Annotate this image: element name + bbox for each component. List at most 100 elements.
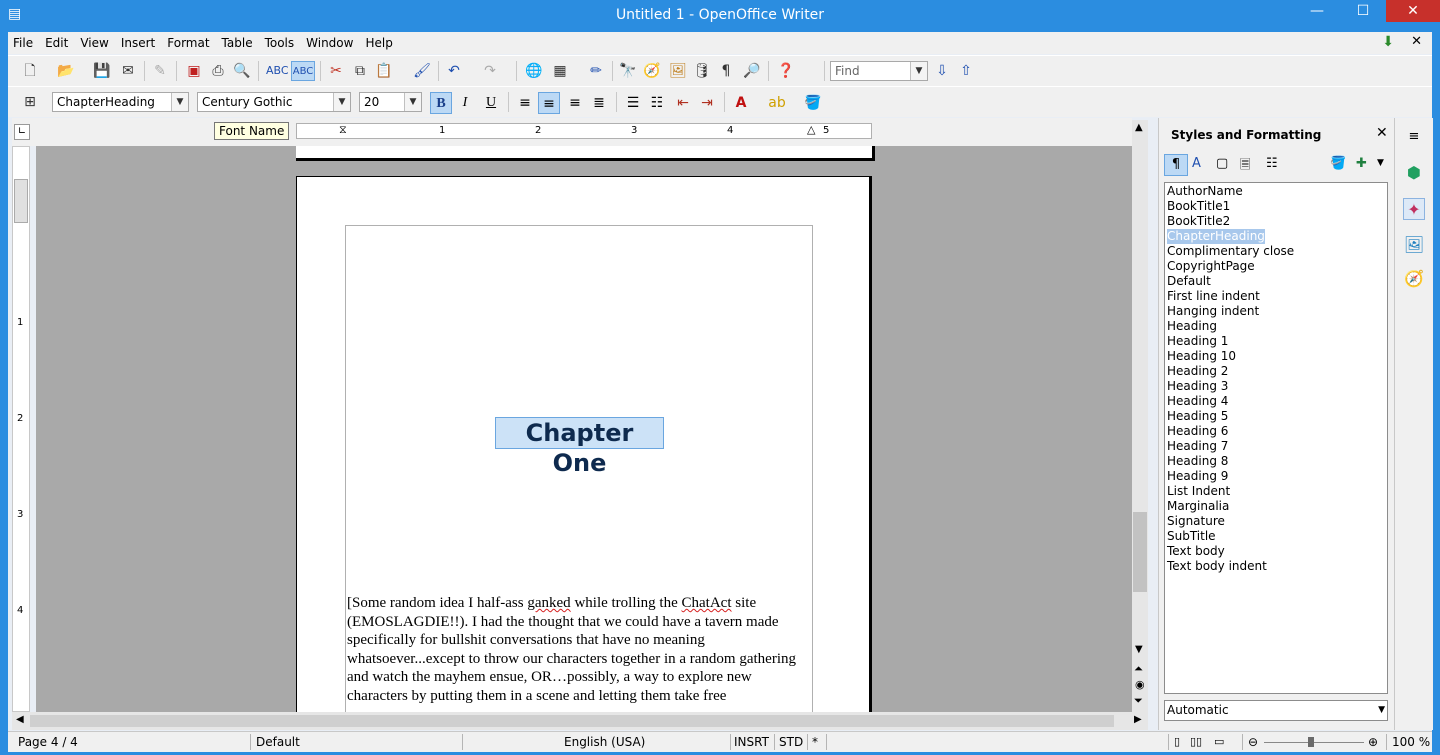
menu-window[interactable]: Window xyxy=(300,32,359,54)
font-size-combo[interactable]: 20 ▼ xyxy=(359,92,422,112)
font-color-icon[interactable]: A xyxy=(730,92,752,114)
body-paragraph[interactable]: [Some random idea I half-ass ganked whil… xyxy=(346,594,815,705)
close-button[interactable]: ✕ xyxy=(1386,0,1440,22)
italic-button[interactable]: I xyxy=(454,92,476,114)
navigator-deck-icon[interactable]: 🧭 xyxy=(1403,268,1425,290)
menu-file[interactable]: File xyxy=(8,32,39,54)
paragraph-style-dropdown-icon[interactable]: ▼ xyxy=(171,93,188,111)
table-icon[interactable]: ▦ xyxy=(550,61,570,81)
style-actions-dropdown-icon[interactable]: ▼ xyxy=(1377,158,1384,168)
cut-icon[interactable]: ✂ xyxy=(326,61,346,81)
export-pdf-icon[interactable]: ▣ xyxy=(184,61,204,81)
zoom-icon[interactable]: 🔎 xyxy=(742,61,762,81)
highlighting-icon[interactable]: ab xyxy=(766,92,788,114)
style-item[interactable]: Heading 6 xyxy=(1167,424,1228,439)
style-item[interactable]: Marginalia xyxy=(1167,499,1229,514)
document-modified[interactable]: * xyxy=(812,735,818,749)
autospellcheck-icon[interactable]: ABC xyxy=(291,61,315,81)
navigator-icon[interactable]: 🧭 xyxy=(642,61,662,81)
horizontal-ruler[interactable]: 1 2 3 4 5 ⧖ △ xyxy=(296,123,872,139)
style-item[interactable]: BookTitle2 xyxy=(1167,214,1230,229)
right-indent-marker[interactable]: △ xyxy=(807,123,815,136)
decrease-indent-icon[interactable]: ⇤ xyxy=(672,92,694,114)
tab-stop-type-button[interactable]: ∟ xyxy=(14,124,30,140)
style-item[interactable]: Heading 8 xyxy=(1167,454,1228,469)
multi-page-view-icon[interactable]: ▯▯ xyxy=(1190,735,1202,748)
show-draw-functions-icon[interactable]: ✏ xyxy=(586,61,606,81)
zoom-out-icon[interactable]: ⊖ xyxy=(1248,735,1258,749)
spellcheck-icon[interactable]: ABC xyxy=(266,61,289,81)
style-item[interactable]: Heading 9 xyxy=(1167,469,1228,484)
find-dropdown-icon[interactable]: ▼ xyxy=(910,62,927,80)
list-styles-icon[interactable]: ☷ xyxy=(1266,156,1278,171)
maximize-button[interactable]: ☐ xyxy=(1340,0,1386,22)
menu-table[interactable]: Table xyxy=(216,32,259,54)
vertical-ruler[interactable]: 1 2 3 4 xyxy=(12,146,30,712)
update-download-icon[interactable]: ⬇ xyxy=(1382,34,1394,50)
properties-deck-icon[interactable]: ⬢ xyxy=(1403,162,1425,184)
style-item[interactable]: Heading 4 xyxy=(1167,394,1228,409)
zoom-level[interactable]: 100 % xyxy=(1392,735,1430,749)
styles-list[interactable]: AuthorName BookTitle1 BookTitle2 ChapterHea… xyxy=(1164,182,1388,694)
style-item[interactable]: Signature xyxy=(1167,514,1225,529)
data-sources-icon[interactable]: 🛢 xyxy=(692,61,712,81)
bold-button[interactable]: B xyxy=(430,92,452,114)
selection-mode[interactable]: STD xyxy=(779,735,803,749)
print-preview-icon[interactable]: 🔍 xyxy=(232,61,252,81)
menu-edit[interactable]: Edit xyxy=(39,32,74,54)
paste-icon[interactable]: 📋 xyxy=(374,61,394,81)
find-next-icon[interactable]: ⇩ xyxy=(932,61,952,81)
sidebar-close-icon[interactable]: ✕ xyxy=(1376,125,1388,141)
current-page[interactable]: Chapter One [Some random idea I half-ass… xyxy=(296,176,872,712)
next-page-icon[interactable]: ⏷ xyxy=(1134,694,1143,708)
zoom-in-icon[interactable]: ⊕ xyxy=(1368,735,1378,749)
clone-formatting-icon[interactable]: 🖌 xyxy=(412,61,432,81)
chapter-heading[interactable]: Chapter One xyxy=(495,417,664,477)
style-item[interactable]: Text body indent xyxy=(1167,559,1267,574)
menu-view[interactable]: View xyxy=(74,32,114,54)
open-folder-icon[interactable]: 📂 xyxy=(56,61,76,81)
sidebar-menu-icon[interactable]: ≡ xyxy=(1403,126,1425,148)
background-color-icon[interactable]: 🪣 xyxy=(802,92,824,114)
find-replace-icon[interactable]: 🔭 xyxy=(618,61,638,81)
style-item[interactable]: CopyrightPage xyxy=(1167,259,1255,274)
style-item[interactable]: SubTitle xyxy=(1167,529,1216,544)
help-icon[interactable]: ❓ xyxy=(776,61,796,81)
menu-insert[interactable]: Insert xyxy=(115,32,161,54)
style-item[interactable]: Complimentary close xyxy=(1167,244,1294,259)
styles-formatting-icon[interactable]: ⊞ xyxy=(20,92,40,112)
gallery-deck-icon[interactable]: 🖼 xyxy=(1403,234,1425,256)
close-document-icon[interactable]: ✕ xyxy=(1411,34,1422,49)
style-item[interactable]: List Indent xyxy=(1167,484,1230,499)
horizontal-scroll-thumb[interactable] xyxy=(30,715,1114,727)
increase-indent-icon[interactable]: ⇥ xyxy=(696,92,718,114)
new-style-icon[interactable]: ✚ xyxy=(1356,156,1367,171)
font-name-dropdown-icon[interactable]: ▼ xyxy=(333,93,350,111)
font-size-dropdown-icon[interactable]: ▼ xyxy=(404,93,421,111)
style-item[interactable]: Heading 10 xyxy=(1167,349,1236,364)
style-item[interactable]: Heading 2 xyxy=(1167,364,1228,379)
underline-button[interactable]: U xyxy=(480,92,502,114)
style-item[interactable]: Heading 7 xyxy=(1167,439,1228,454)
style-item[interactable]: Heading xyxy=(1167,319,1217,334)
menu-format[interactable]: Format xyxy=(161,32,215,54)
horizontal-scrollbar[interactable]: ◀ ▶ xyxy=(12,712,1148,730)
zoom-slider-track[interactable] xyxy=(1264,742,1364,743)
fill-format-mode-icon[interactable]: 🪣 xyxy=(1330,156,1346,171)
frame-styles-icon[interactable]: ▢ xyxy=(1216,156,1228,171)
scroll-up-icon[interactable]: ▲ xyxy=(1135,122,1143,133)
save-icon[interactable]: 💾 xyxy=(92,61,112,81)
navigation-icon[interactable]: ◉ xyxy=(1135,678,1145,691)
style-item[interactable]: First line indent xyxy=(1167,289,1260,304)
formatting-marks-icon[interactable]: ¶ xyxy=(716,61,736,81)
menu-tools[interactable]: Tools xyxy=(259,32,301,54)
insert-mode[interactable]: INSRT xyxy=(734,735,769,749)
align-left-icon[interactable]: ≡ xyxy=(514,92,536,114)
style-item[interactable]: Heading 3 xyxy=(1167,379,1228,394)
scroll-left-icon[interactable]: ◀ xyxy=(16,714,24,725)
zoom-slider-thumb[interactable] xyxy=(1308,737,1314,747)
redo-icon[interactable]: ↷ xyxy=(480,61,500,81)
undo-icon[interactable]: ↶ xyxy=(444,61,464,81)
styles-deck-icon[interactable]: ✦ xyxy=(1403,198,1425,220)
style-item[interactable]: Default xyxy=(1167,274,1211,289)
